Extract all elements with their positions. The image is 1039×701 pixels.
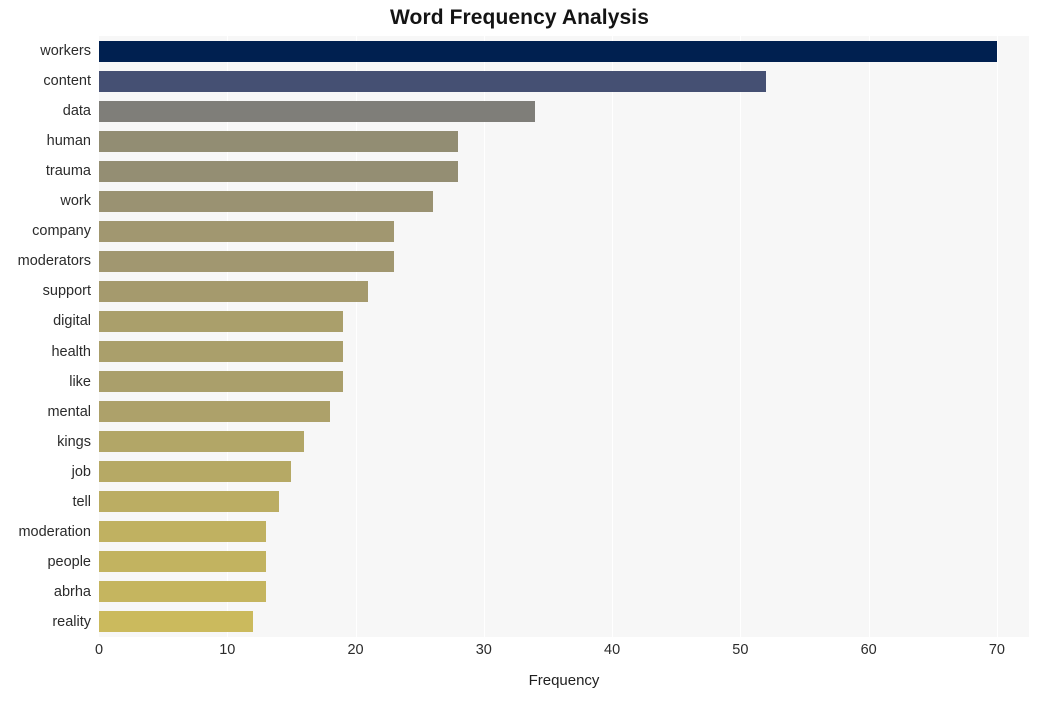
bar-row[interactable] [99, 276, 1029, 306]
y-tick-label-content: content [43, 73, 91, 90]
bar-human[interactable] [99, 130, 459, 152]
bar-content[interactable] [99, 70, 767, 92]
y-tick-label-moderators: moderators [17, 253, 91, 270]
bar-row[interactable] [99, 156, 1029, 186]
y-tick-label-abrha: abrha [53, 583, 91, 600]
x-axis-ticks: 0 10 20 30 40 50 60 70 [95, 637, 1029, 665]
bar-digital[interactable] [99, 310, 343, 332]
bar-row[interactable] [99, 487, 1029, 517]
y-tick-label-support: support [42, 283, 91, 300]
y-axis-labels: workers content data human trauma work company… [0, 36, 99, 637]
y-tick-label-kings: kings [57, 433, 91, 450]
bar-row[interactable] [99, 246, 1029, 276]
y-tick-label-trauma: trauma [45, 163, 91, 180]
bar-row[interactable] [99, 397, 1029, 427]
y-tick-label-workers: workers [40, 43, 91, 59]
bar-row[interactable] [99, 216, 1029, 246]
word-frequency-bar-chart: Word Frequency Analysis workers content da… [0, 0, 1039, 701]
y-tick-label-moderation: moderation [18, 523, 91, 540]
y-tick-label-tell: tell [72, 493, 91, 510]
bar-job[interactable] [99, 461, 292, 483]
x-axis-title: Frequency [528, 672, 600, 689]
bar-row[interactable] [99, 547, 1029, 577]
bar-support[interactable] [99, 280, 369, 302]
bar-reality[interactable] [99, 611, 253, 633]
x-tick-label-30: 30 [475, 642, 492, 658]
bar-row[interactable] [99, 126, 1029, 156]
y-tick-label-people: people [47, 553, 91, 570]
x-tick-label-40: 40 [604, 642, 621, 658]
y-tick-label-work: work [60, 193, 91, 210]
bar-people[interactable] [99, 551, 266, 573]
bar-row[interactable] [99, 306, 1029, 336]
y-tick-label-company: company [32, 223, 91, 240]
y-tick-label-human: human [46, 133, 91, 150]
bar-row[interactable] [99, 337, 1029, 367]
bar-tell[interactable] [99, 491, 279, 513]
bar-health[interactable] [99, 341, 343, 363]
chart-title: Word Frequency Analysis [389, 6, 650, 29]
bar-row[interactable] [99, 36, 1029, 66]
bar-trauma[interactable] [99, 160, 459, 182]
bar-data[interactable] [99, 100, 536, 122]
bar-like[interactable] [99, 371, 343, 393]
y-tick-label-digital: digital [53, 313, 91, 330]
x-tick-label-0: 0 [94, 642, 104, 658]
y-tick-label-reality: reality [52, 613, 91, 630]
x-tick-label-10: 10 [219, 642, 236, 658]
bar-row[interactable] [99, 186, 1029, 216]
y-tick-label-mental: mental [47, 403, 91, 420]
y-tick-label-data: data [62, 103, 91, 120]
bar-kings[interactable] [99, 431, 305, 453]
x-tick-label-50: 50 [732, 642, 749, 658]
bar-row[interactable] [99, 517, 1029, 547]
x-tick-label-60: 60 [860, 642, 877, 658]
bar-row[interactable] [99, 457, 1029, 487]
bar-moderation[interactable] [99, 521, 266, 543]
bar-moderators[interactable] [99, 250, 395, 272]
bar-row[interactable] [99, 577, 1029, 607]
x-tick-label-70: 70 [988, 642, 1005, 658]
bar-workers[interactable] [99, 40, 997, 62]
bar-row[interactable] [99, 427, 1029, 457]
bar-row[interactable] [99, 367, 1029, 397]
plot-area [99, 36, 1029, 637]
bar-row[interactable] [99, 607, 1029, 637]
y-tick-label-job: job [71, 463, 91, 480]
y-tick-label-health: health [51, 343, 91, 360]
bar-abrha[interactable] [99, 581, 266, 603]
y-tick-label-like: like [69, 373, 91, 390]
bar-mental[interactable] [99, 401, 330, 423]
bar-row[interactable] [99, 66, 1029, 96]
bar-company[interactable] [99, 220, 395, 242]
bar-work[interactable] [99, 190, 433, 212]
x-tick-label-20: 20 [347, 642, 364, 658]
bar-row[interactable] [99, 96, 1029, 126]
